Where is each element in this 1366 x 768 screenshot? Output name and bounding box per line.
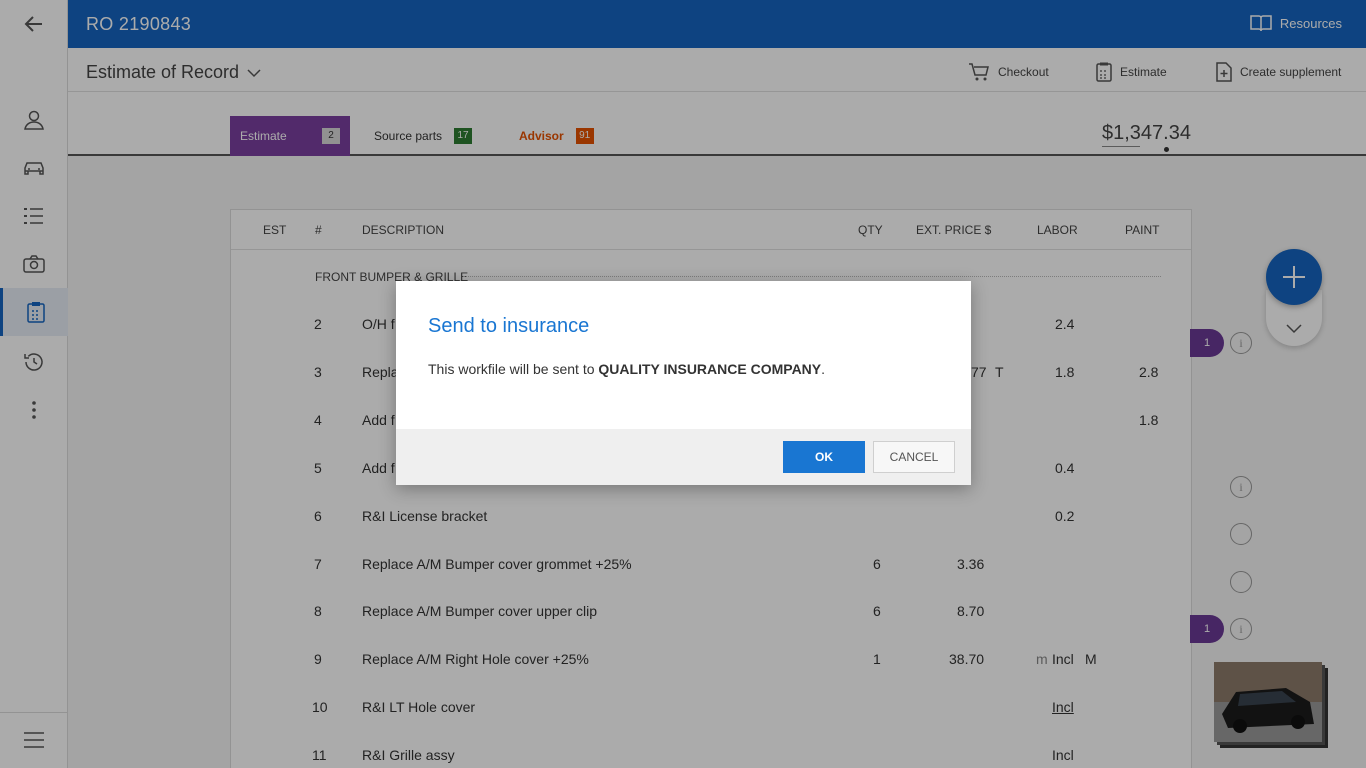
- insurance-company-name: QUALITY INSURANCE COMPANY: [598, 361, 822, 377]
- ok-button[interactable]: OK: [783, 441, 865, 473]
- dialog-message-suffix: .: [821, 361, 826, 377]
- send-to-insurance-dialog: Send to insurance This workfile will be …: [396, 281, 971, 485]
- cancel-button[interactable]: CANCEL: [873, 441, 955, 473]
- dialog-message: This workfile will be sent to QUALITY IN…: [428, 361, 825, 377]
- dialog-message-prefix: This workfile will be sent to: [428, 361, 599, 377]
- dialog-footer: OK CANCEL: [396, 429, 971, 485]
- dialog-title: Send to insurance: [428, 315, 590, 337]
